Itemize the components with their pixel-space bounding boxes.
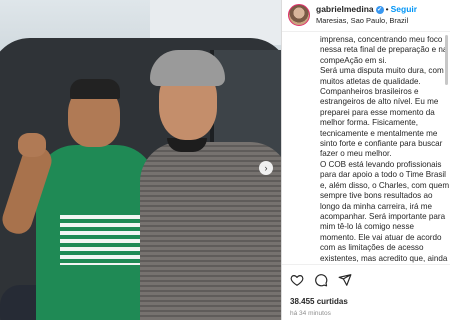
post-author: gabrielmedina ✓ • Seguir bbox=[316, 4, 417, 14]
post-sidebar: gabrielmedina ✓ • Seguir Maresias, Sao Paul… bbox=[281, 0, 450, 320]
likes-count[interactable]: 38.455 curtidas bbox=[290, 297, 348, 306]
username-link[interactable]: gabrielmedina bbox=[316, 4, 374, 14]
post-timestamp[interactable]: há 34 minutos bbox=[290, 310, 331, 317]
follow-button[interactable]: Seguir bbox=[391, 4, 417, 14]
chevron-right-icon: › bbox=[264, 163, 268, 173]
photo-person-surfer bbox=[0, 79, 156, 320]
post-actions: 38.455 curtidas há 34 minutos bbox=[282, 264, 450, 320]
carousel-next-button[interactable]: › bbox=[259, 161, 273, 175]
heart-icon[interactable] bbox=[290, 273, 304, 287]
instagram-post: › gabrielmedina ✓ • Seguir Maresias, Sao Pa… bbox=[0, 0, 450, 320]
post-photo[interactable]: › bbox=[0, 0, 281, 320]
photo-person-coach bbox=[140, 50, 281, 320]
post-header: gabrielmedina ✓ • Seguir Maresias, Sao Paul… bbox=[282, 0, 450, 32]
comment-icon[interactable] bbox=[314, 273, 328, 287]
separator-dot: • bbox=[385, 4, 389, 14]
send-icon[interactable] bbox=[338, 273, 352, 287]
caption-scrollbar[interactable] bbox=[445, 35, 448, 85]
location-link[interactable]: Maresias, Sao Paulo, Brazil bbox=[316, 16, 408, 25]
post-caption: imprensa, concentrando meu foco nessa re… bbox=[320, 35, 450, 263]
avatar[interactable] bbox=[288, 4, 310, 26]
verified-badge-icon: ✓ bbox=[375, 6, 384, 14]
